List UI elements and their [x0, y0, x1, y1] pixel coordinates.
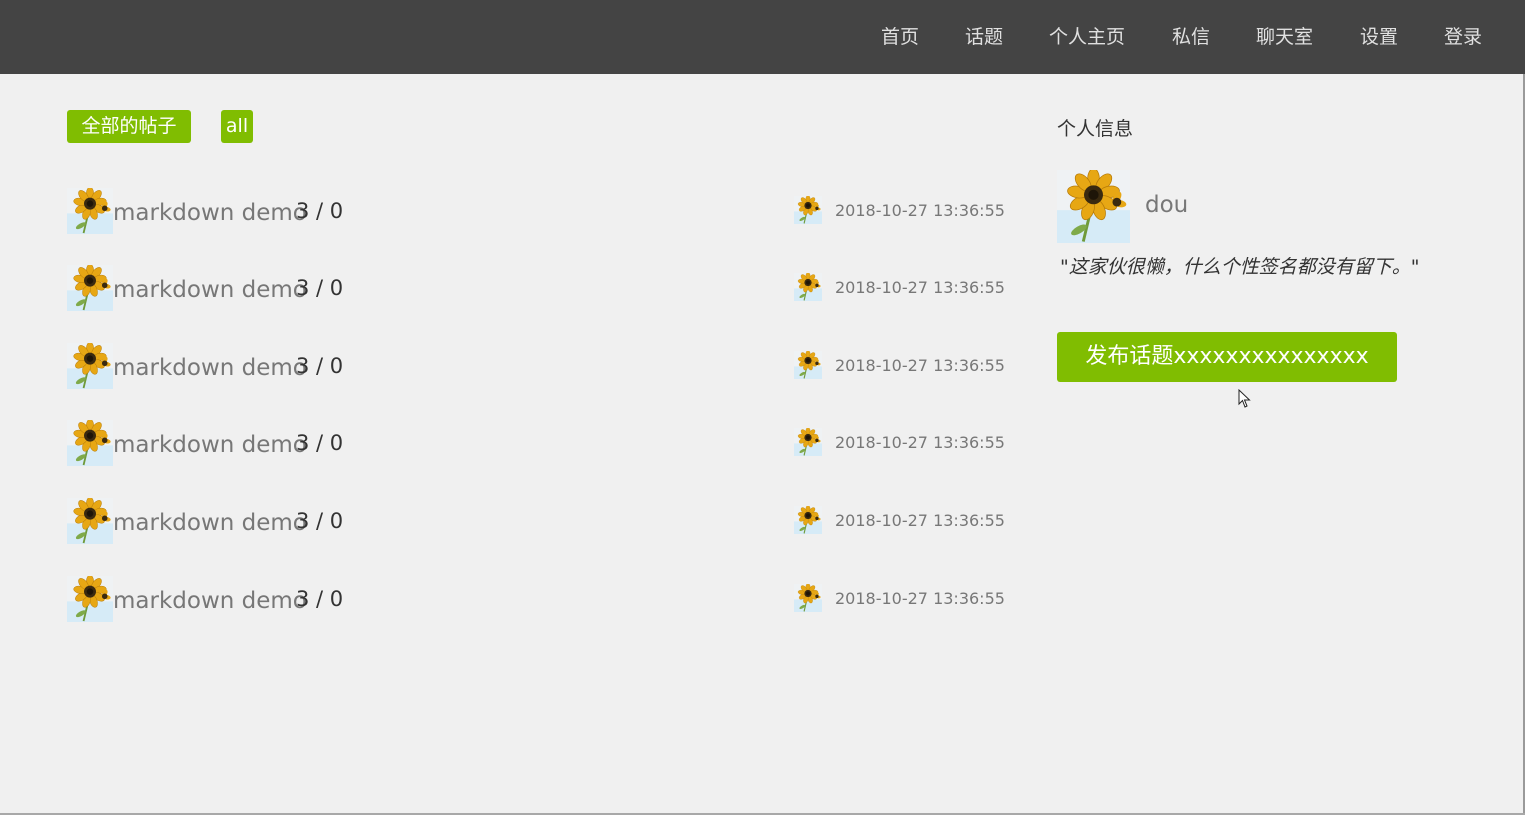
- top-navbar: 首页 话题 个人主页 私信 聊天室 设置 登录: [0, 0, 1525, 74]
- post-reply-view-count: 3 / 0: [296, 587, 344, 611]
- sunflower-avatar-icon[interactable]: [67, 188, 113, 234]
- post-title-link[interactable]: markdown demo: [113, 586, 307, 616]
- nav-home[interactable]: 首页: [881, 23, 919, 51]
- sunflower-avatar-icon[interactable]: [67, 498, 113, 544]
- post-timestamp: 2018-10-27 13:36:55: [835, 511, 1005, 530]
- nav-login[interactable]: 登录: [1444, 23, 1482, 51]
- post-timestamp: 2018-10-27 13:36:55: [835, 356, 1005, 375]
- nav-topics[interactable]: 话题: [965, 23, 1003, 51]
- sunflower-avatar-icon[interactable]: [67, 576, 113, 622]
- post-reply-view-count: 3 / 0: [296, 199, 344, 223]
- sunflower-avatar-icon[interactable]: [67, 265, 113, 311]
- sunflower-avatar-icon[interactable]: [67, 420, 113, 466]
- post-timestamp: 2018-10-27 13:36:55: [835, 433, 1005, 452]
- sunflower-avatar-icon[interactable]: [1057, 170, 1130, 243]
- sunflower-avatar-icon[interactable]: [794, 428, 822, 456]
- post-timestamp: 2018-10-27 13:36:55: [835, 589, 1005, 608]
- post-reply-view-count: 3 / 0: [296, 354, 344, 378]
- post-timestamp: 2018-10-27 13:36:55: [835, 278, 1005, 297]
- nav-messages[interactable]: 私信: [1172, 23, 1210, 51]
- mouse-pointer-icon: [1238, 389, 1251, 408]
- publish-topic-button[interactable]: 发布话题xxxxxxxxxxxxxxx: [1057, 332, 1397, 382]
- post-reply-view-count: 3 / 0: [296, 431, 344, 455]
- post-reply-view-count: 3 / 0: [296, 509, 344, 533]
- list-item: markdown demo 3 / 0 2018-10-27 13:36:55: [67, 188, 1005, 234]
- sunflower-avatar-icon[interactable]: [794, 351, 822, 379]
- sunflower-avatar-icon[interactable]: [794, 273, 822, 301]
- post-title-link[interactable]: markdown demo: [113, 275, 307, 305]
- list-item: markdown demo 3 / 0 2018-10-27 13:36:55: [67, 420, 1005, 466]
- post-title-link[interactable]: markdown demo: [113, 353, 307, 383]
- nav-chatroom[interactable]: 聊天室: [1256, 23, 1313, 51]
- sunflower-avatar-icon[interactable]: [794, 196, 822, 224]
- tab-all[interactable]: all: [221, 110, 253, 143]
- post-title-link[interactable]: markdown demo: [113, 430, 307, 460]
- sunflower-avatar-icon[interactable]: [794, 506, 822, 534]
- post-title-link[interactable]: markdown demo: [113, 198, 307, 228]
- sunflower-avatar-icon[interactable]: [794, 584, 822, 612]
- nav-personal-page[interactable]: 个人主页: [1049, 23, 1125, 51]
- username-link[interactable]: dou: [1145, 192, 1188, 218]
- profile-heading: 个人信息: [1057, 118, 1134, 140]
- post-title-link[interactable]: markdown demo: [113, 508, 307, 538]
- nav-settings[interactable]: 设置: [1360, 23, 1398, 51]
- sunflower-avatar-icon[interactable]: [67, 343, 113, 389]
- tab-all-posts[interactable]: 全部的帖子: [67, 110, 191, 143]
- list-item: markdown demo 3 / 0 2018-10-27 13:36:55: [67, 265, 1005, 311]
- user-signature: "这家伙很懒，什么个性签名都没有留下。": [1060, 256, 1420, 278]
- list-item: markdown demo 3 / 0 2018-10-27 13:36:55: [67, 576, 1005, 622]
- post-timestamp: 2018-10-27 13:36:55: [835, 201, 1005, 220]
- list-item: markdown demo 3 / 0 2018-10-27 13:36:55: [67, 343, 1005, 389]
- post-reply-view-count: 3 / 0: [296, 276, 344, 300]
- list-item: markdown demo 3 / 0 2018-10-27 13:36:55: [67, 498, 1005, 544]
